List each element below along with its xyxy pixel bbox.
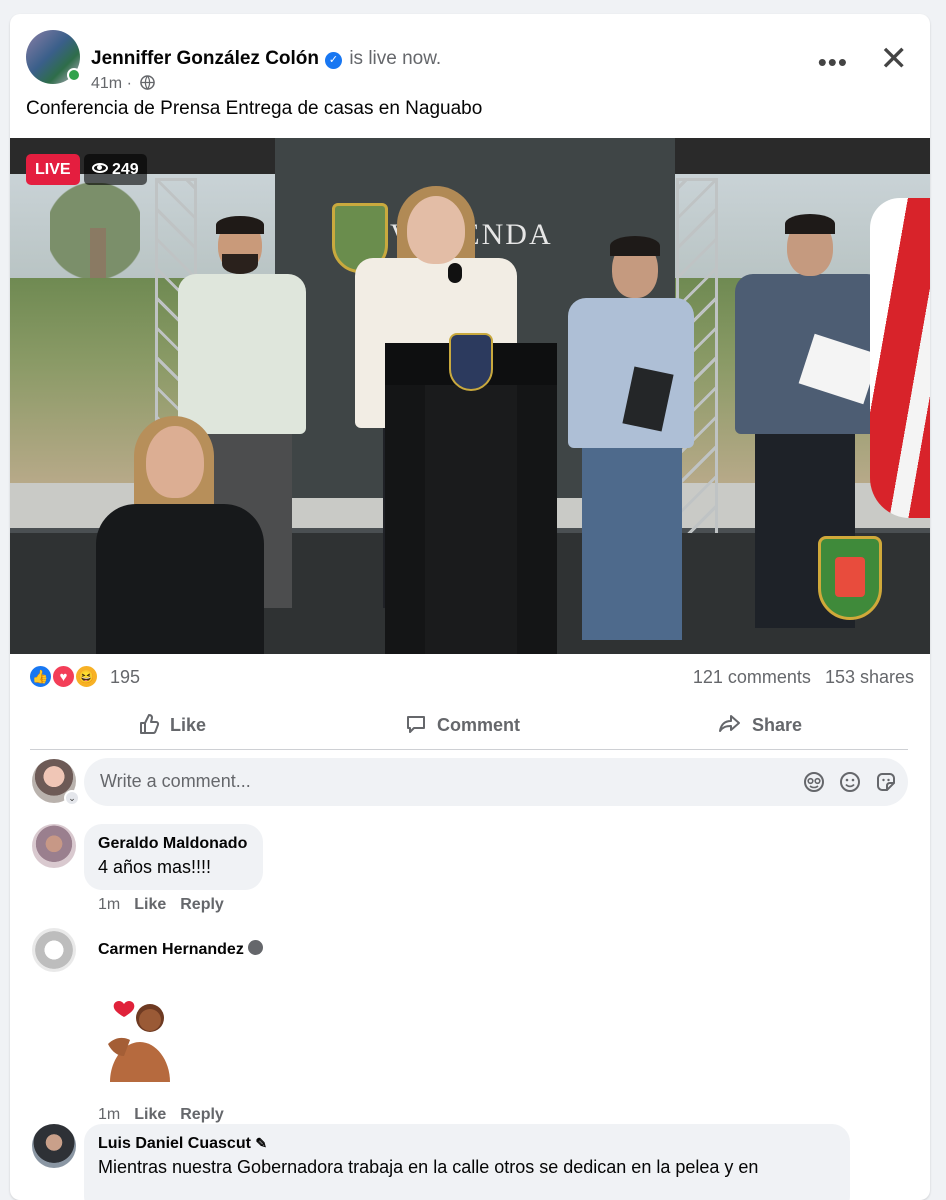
engagement-counts: 121 comments 153 shares [693,667,914,688]
heart-sticker [98,994,178,1084]
meta-separator: · [126,75,132,92]
flag [870,198,930,518]
verified-icon: ✓ [325,52,343,69]
comment-reply-button[interactable]: Reply [180,1106,224,1123]
person-left-beard [222,254,258,274]
love-reaction-icon: ♥ [51,664,76,689]
comment-bubble: Geraldo Maldonado 4 años mas!!!! [84,824,264,890]
comment-time[interactable]: 1m [98,1106,120,1123]
live-status-text: is live now. [349,48,442,69]
podium-stem [425,385,517,654]
close-icon[interactable]: ✕ [880,42,909,76]
comment-avatar[interactable] [32,928,76,972]
author-name[interactable]: Jenniffer González Colón [91,48,319,69]
person-right-center [568,190,698,640]
comment-2: Carmen Hernandez 1m Like Reply [10,928,930,1128]
viewers-badge: 249 [84,154,147,185]
like-reaction-icon: 👍 [28,664,53,689]
person-far-right-hair [785,214,835,234]
comment-actions: 1m Like Reply [98,1106,238,1124]
globe-icon [140,75,156,90]
podium [385,333,557,654]
comment-avatar[interactable] [32,824,76,868]
profile-edit-icon: ✎ [255,1135,268,1151]
person-left-torso [178,274,306,434]
comment-composer[interactable]: Write a comment... [84,758,908,806]
person-right-center-torso [568,298,694,448]
person-speaker-head [407,196,465,264]
comment-like-button[interactable]: Like [134,896,166,913]
live-video[interactable]: VIVIENDA [10,138,930,654]
chevron-down-icon[interactable]: ⌄ [64,790,80,806]
avatar-sticker-icon[interactable] [802,770,826,794]
comments-count[interactable]: 121 comments [693,667,811,687]
comment-text: Mientras nuestra Gobernadora trabaja en … [98,1157,759,1177]
online-status-icon [67,68,81,82]
comment-reply-button[interactable]: Reply [180,896,224,913]
share-button[interactable]: Share [718,706,802,744]
comment-time[interactable]: 1m [98,896,120,913]
comment-actions: 1m Like Reply [98,896,238,914]
comment-input[interactable]: Write a comment... [100,771,251,792]
viewer-count: 249 [112,161,139,178]
comment-like-button[interactable]: Like [134,1106,166,1123]
share-label: Share [752,715,803,735]
comment-author-name[interactable]: Luis Daniel Cuascut [98,1135,251,1152]
composer-icons [790,770,898,794]
sticker-icon[interactable] [874,770,898,794]
eye-icon [92,163,108,173]
like-label: Like [170,715,207,735]
share-icon [719,715,740,732]
comment-3: Luis Daniel Cuascut ✎ Mientras nuestra G… [10,1124,930,1200]
thumbs-up-icon [140,714,160,734]
live-badge: LIVE [26,154,80,185]
microphone [448,263,462,283]
post-time[interactable]: 41m [91,75,122,92]
comment-icon [407,716,425,733]
heart-sticker-image [108,1001,170,1082]
emoji-icon[interactable] [838,770,862,794]
puerto-rico-seal [818,536,882,620]
current-user-avatar[interactable]: ⌄ [32,759,80,806]
author-avatar[interactable] [26,30,81,84]
person-left-hair [216,216,264,234]
like-button[interactable]: Like [138,706,206,744]
comment-button[interactable]: Comment [405,706,520,744]
reaction-count: 195 [110,667,141,687]
author-line: Jenniffer González Colón ✓ is live now. [91,48,441,70]
interpreter-head [146,426,204,498]
profile-badge-icon [247,940,263,955]
comment-avatar[interactable] [32,1124,76,1168]
comment-author-name[interactable]: Carmen Hernandez [98,941,244,958]
shares-count[interactable]: 153 shares [825,667,914,687]
post-card: Jenniffer González Colón ✓ is live now. 4… [10,14,930,1200]
comment-label: Comment [437,715,521,735]
post-header: Jenniffer González Colón ✓ is live now. 4… [26,30,914,93]
person-right-center-legs [582,440,682,640]
haha-reaction-icon: 😆 [74,664,99,689]
comment-1: Geraldo Maldonado 4 años mas!!!! 1m Like R… [10,824,930,924]
post-text: Conferencia de Prensa Entrega de casas e… [26,98,483,119]
comment-author: Carmen Hernandez [98,940,263,959]
podium-seal [449,333,493,391]
person-right-center-hair [610,236,660,256]
sign-language-interpreter [96,416,266,654]
more-options-icon[interactable]: ••• [818,49,848,75]
comment-author[interactable]: Geraldo Maldonado [98,835,247,853]
comment-text: 4 años mas!!!! [98,857,212,877]
comment-author: Luis Daniel Cuascut ✎ [98,1135,834,1153]
post-meta: 41m · [91,75,156,93]
action-bar: Like Comment Share [30,700,908,750]
interpreter-torso [96,504,264,654]
comment-bubble: Luis Daniel Cuascut ✎ Mientras nuestra G… [84,1124,850,1200]
